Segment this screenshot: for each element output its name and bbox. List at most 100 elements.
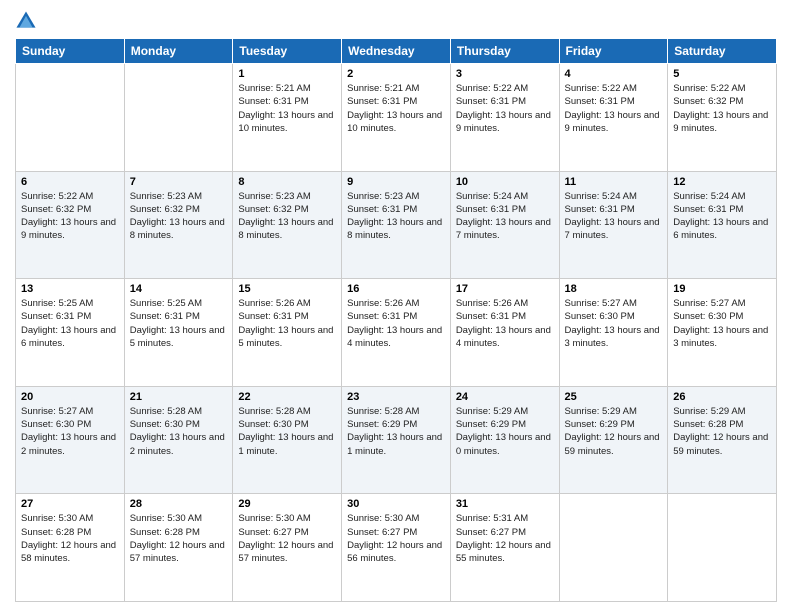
calendar-day-cell: 26 Sunrise: 5:29 AM Sunset: 6:28 PM Dayli… — [668, 386, 777, 494]
day-number: 19 — [673, 283, 771, 295]
calendar-day-cell: 29 Sunrise: 5:30 AM Sunset: 6:27 PM Dayli… — [233, 494, 342, 602]
day-number: 8 — [238, 176, 336, 188]
day-info: Sunrise: 5:27 AM Sunset: 6:30 PM Dayligh… — [565, 297, 663, 350]
calendar-day-cell: 11 Sunrise: 5:24 AM Sunset: 6:31 PM Dayli… — [559, 171, 668, 279]
day-info: Sunrise: 5:21 AM Sunset: 6:31 PM Dayligh… — [347, 82, 445, 135]
day-number: 13 — [21, 283, 119, 295]
weekday-header-sunday: Sunday — [16, 39, 125, 64]
calendar-day-cell: 14Sunrise: 5:25 AM Sunset: 6:31 PM Dayli… — [124, 279, 233, 387]
day-info: Sunrise: 5:23 AM Sunset: 6:32 PM Dayligh… — [130, 190, 228, 243]
day-info: Sunrise: 5:30 AM Sunset: 6:27 PM Dayligh… — [347, 512, 445, 565]
calendar-day-cell: 10 Sunrise: 5:24 AM Sunset: 6:31 PM Dayli… — [450, 171, 559, 279]
day-number: 31 — [456, 498, 554, 510]
calendar-day-cell: 31 Sunrise: 5:31 AM Sunset: 6:27 PM Dayli… — [450, 494, 559, 602]
day-info: Sunrise: 5:25 AM Sunset: 6:31 PM Dayligh… — [21, 297, 119, 350]
calendar-day-cell: 8Sunrise: 5:23 AM Sunset: 6:32 PM Daylig… — [233, 171, 342, 279]
calendar-week-row: 13 Sunrise: 5:25 AM Sunset: 6:31 PM Dayli… — [16, 279, 777, 387]
logo-icon — [15, 10, 37, 32]
calendar-day-cell — [559, 494, 668, 602]
day-info: Sunrise: 5:28 AM Sunset: 6:30 PM Dayligh… — [238, 405, 336, 458]
day-number: 28 — [130, 498, 228, 510]
calendar-day-cell: 5Sunrise: 5:22 AM Sunset: 6:32 PM Daylig… — [668, 64, 777, 172]
calendar-day-cell: 19 Sunrise: 5:27 AM Sunset: 6:30 PM Dayli… — [668, 279, 777, 387]
calendar-day-cell: 23 Sunrise: 5:28 AM Sunset: 6:29 PM Dayli… — [342, 386, 451, 494]
weekday-header-wednesday: Wednesday — [342, 39, 451, 64]
calendar-day-cell: 16 Sunrise: 5:26 AM Sunset: 6:31 PM Dayli… — [342, 279, 451, 387]
calendar-day-cell: 13 Sunrise: 5:25 AM Sunset: 6:31 PM Dayli… — [16, 279, 125, 387]
calendar-day-cell — [668, 494, 777, 602]
calendar-week-row: 6 Sunrise: 5:22 AM Sunset: 6:32 PM Daylig… — [16, 171, 777, 279]
day-number: 10 — [456, 176, 554, 188]
day-number: 29 — [238, 498, 336, 510]
day-number: 26 — [673, 391, 771, 403]
day-info: Sunrise: 5:27 AM Sunset: 6:30 PM Dayligh… — [673, 297, 771, 350]
day-info: Sunrise: 5:24 AM Sunset: 6:31 PM Dayligh… — [565, 190, 663, 243]
day-info: Sunrise: 5:26 AM Sunset: 6:31 PM Dayligh… — [456, 297, 554, 350]
weekday-header-saturday: Saturday — [668, 39, 777, 64]
day-info: Sunrise: 5:28 AM Sunset: 6:30 PM Dayligh… — [130, 405, 228, 458]
day-number: 3 — [456, 68, 554, 80]
calendar-day-cell: 4 Sunrise: 5:22 AM Sunset: 6:31 PM Daylig… — [559, 64, 668, 172]
page: SundayMondayTuesdayWednesdayThursdayFrid… — [0, 0, 792, 612]
weekday-header-tuesday: Tuesday — [233, 39, 342, 64]
calendar-table: SundayMondayTuesdayWednesdayThursdayFrid… — [15, 38, 777, 602]
day-number: 15 — [238, 283, 336, 295]
day-info: Sunrise: 5:24 AM Sunset: 6:31 PM Dayligh… — [456, 190, 554, 243]
day-number: 20 — [21, 391, 119, 403]
day-number: 12 — [673, 176, 771, 188]
day-number: 4 — [565, 68, 663, 80]
day-info: Sunrise: 5:23 AM Sunset: 6:31 PM Dayligh… — [347, 190, 445, 243]
calendar-day-cell: 2 Sunrise: 5:21 AM Sunset: 6:31 PM Daylig… — [342, 64, 451, 172]
day-info: Sunrise: 5:28 AM Sunset: 6:29 PM Dayligh… — [347, 405, 445, 458]
day-number: 18 — [565, 283, 663, 295]
calendar-day-cell: 25 Sunrise: 5:29 AM Sunset: 6:29 PM Dayli… — [559, 386, 668, 494]
calendar-day-cell: 30 Sunrise: 5:30 AM Sunset: 6:27 PM Dayli… — [342, 494, 451, 602]
day-info: Sunrise: 5:24 AM Sunset: 6:31 PM Dayligh… — [673, 190, 771, 243]
day-number: 16 — [347, 283, 445, 295]
calendar-day-cell: 3 Sunrise: 5:22 AM Sunset: 6:31 PM Daylig… — [450, 64, 559, 172]
day-info: Sunrise: 5:30 AM Sunset: 6:27 PM Dayligh… — [238, 512, 336, 565]
day-number: 27 — [21, 498, 119, 510]
day-info: Sunrise: 5:21 AM Sunset: 6:31 PM Dayligh… — [238, 82, 336, 135]
logo — [15, 10, 41, 32]
day-number: 14 — [130, 283, 228, 295]
calendar-day-cell: 17 Sunrise: 5:26 AM Sunset: 6:31 PM Dayli… — [450, 279, 559, 387]
calendar-day-cell: 15 Sunrise: 5:26 AM Sunset: 6:31 PM Dayli… — [233, 279, 342, 387]
day-info: Sunrise: 5:22 AM Sunset: 6:32 PM Dayligh… — [21, 190, 119, 243]
header — [15, 10, 777, 32]
day-info: Sunrise: 5:22 AM Sunset: 6:31 PM Dayligh… — [565, 82, 663, 135]
day-number: 1 — [238, 68, 336, 80]
day-number: 23 — [347, 391, 445, 403]
calendar-day-cell: 21Sunrise: 5:28 AM Sunset: 6:30 PM Dayli… — [124, 386, 233, 494]
day-info: Sunrise: 5:31 AM Sunset: 6:27 PM Dayligh… — [456, 512, 554, 565]
calendar-day-cell: 22 Sunrise: 5:28 AM Sunset: 6:30 PM Dayli… — [233, 386, 342, 494]
calendar-day-cell: 12 Sunrise: 5:24 AM Sunset: 6:31 PM Dayli… — [668, 171, 777, 279]
weekday-header-thursday: Thursday — [450, 39, 559, 64]
calendar-week-row: 20 Sunrise: 5:27 AM Sunset: 6:30 PM Dayli… — [16, 386, 777, 494]
day-number: 2 — [347, 68, 445, 80]
day-number: 17 — [456, 283, 554, 295]
day-number: 25 — [565, 391, 663, 403]
day-info: Sunrise: 5:22 AM Sunset: 6:32 PM Dayligh… — [673, 82, 771, 135]
day-info: Sunrise: 5:29 AM Sunset: 6:29 PM Dayligh… — [565, 405, 663, 458]
day-number: 24 — [456, 391, 554, 403]
day-info: Sunrise: 5:26 AM Sunset: 6:31 PM Dayligh… — [347, 297, 445, 350]
calendar-day-cell: 6 Sunrise: 5:22 AM Sunset: 6:32 PM Daylig… — [16, 171, 125, 279]
day-info: Sunrise: 5:22 AM Sunset: 6:31 PM Dayligh… — [456, 82, 554, 135]
calendar-day-cell: 1 Sunrise: 5:21 AM Sunset: 6:31 PM Daylig… — [233, 64, 342, 172]
day-info: Sunrise: 5:27 AM Sunset: 6:30 PM Dayligh… — [21, 405, 119, 458]
day-number: 11 — [565, 176, 663, 188]
calendar-day-cell: 28Sunrise: 5:30 AM Sunset: 6:28 PM Dayli… — [124, 494, 233, 602]
weekday-header-monday: Monday — [124, 39, 233, 64]
day-number: 9 — [347, 176, 445, 188]
calendar-week-row: 27 Sunrise: 5:30 AM Sunset: 6:28 PM Dayli… — [16, 494, 777, 602]
day-info: Sunrise: 5:26 AM Sunset: 6:31 PM Dayligh… — [238, 297, 336, 350]
day-number: 6 — [21, 176, 119, 188]
day-info: Sunrise: 5:30 AM Sunset: 6:28 PM Dayligh… — [21, 512, 119, 565]
day-number: 22 — [238, 391, 336, 403]
day-number: 30 — [347, 498, 445, 510]
calendar-week-row: 1 Sunrise: 5:21 AM Sunset: 6:31 PM Daylig… — [16, 64, 777, 172]
day-info: Sunrise: 5:29 AM Sunset: 6:28 PM Dayligh… — [673, 405, 771, 458]
calendar-day-cell: 20 Sunrise: 5:27 AM Sunset: 6:30 PM Dayli… — [16, 386, 125, 494]
day-number: 7 — [130, 176, 228, 188]
